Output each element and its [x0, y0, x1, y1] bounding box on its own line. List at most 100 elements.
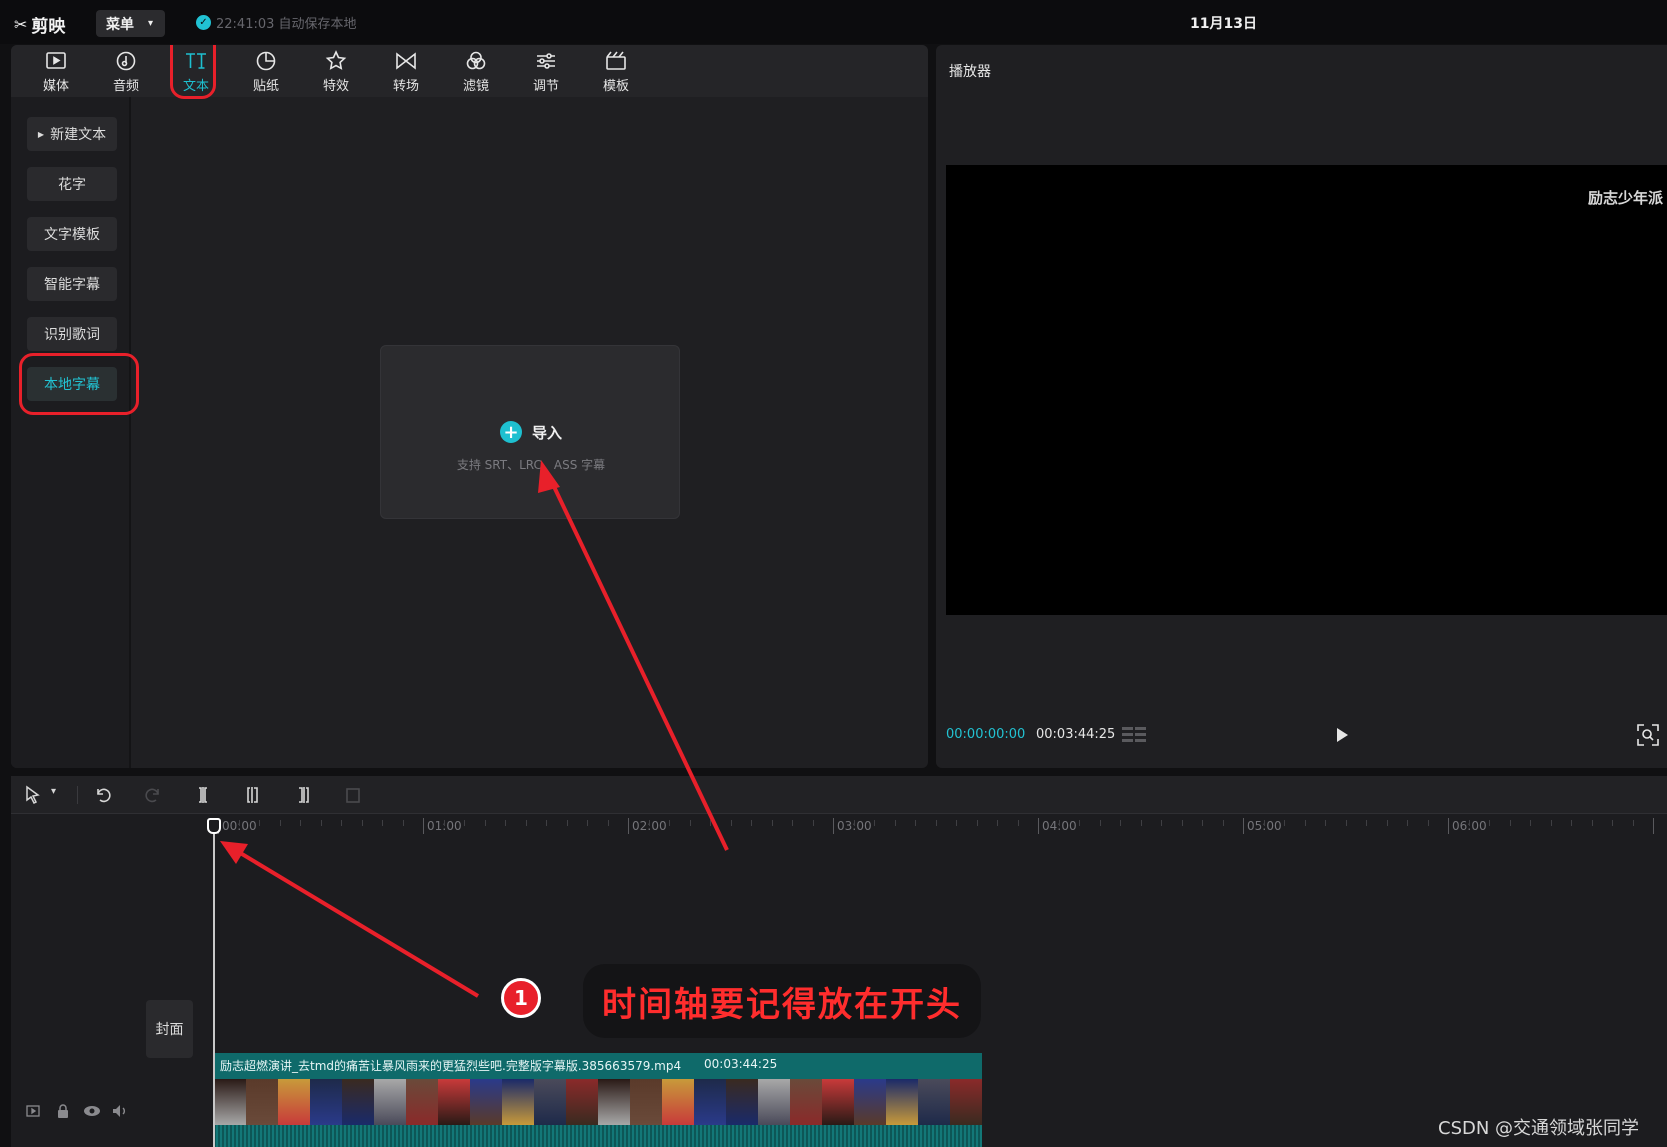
tab-media[interactable]: 媒体 [26, 49, 86, 95]
delete-icon[interactable] [343, 785, 363, 805]
ruler-minor-tick [792, 820, 793, 826]
clip-audio-waveform [214, 1125, 982, 1147]
tab-effects-label: 特效 [322, 79, 349, 94]
ruler-minor-tick [525, 820, 527, 826]
clip-thumbnail-frame [886, 1079, 918, 1125]
undo-icon[interactable] [93, 785, 113, 805]
clip-thumbnail-frame [694, 1079, 726, 1125]
clip-thumbnail-frame [662, 1079, 694, 1125]
ruler-minor-tick [279, 820, 281, 826]
playhead-line[interactable] [213, 830, 215, 1147]
ruler-minor-tick [648, 820, 650, 826]
ruler-minor-tick [443, 820, 445, 826]
sidebar-item-auto-captions[interactable]: 智能字幕 [27, 267, 117, 301]
clip-thumbnail-frame [374, 1079, 406, 1125]
adjust-icon [537, 53, 555, 69]
chevron-down-icon: ▾ [148, 18, 154, 29]
clip-thumbnail-frame [950, 1079, 982, 1125]
timecode-grid-icon[interactable] [1122, 725, 1148, 745]
redo-icon[interactable] [143, 785, 163, 805]
cover-button[interactable]: 封面 [146, 1000, 193, 1058]
ruler-minor-tick [1140, 820, 1142, 826]
chevron-down-icon[interactable]: ▾ [51, 786, 56, 797]
track-video-icon[interactable] [25, 1103, 41, 1119]
check-icon: ✓ [196, 15, 211, 30]
import-subtitle-dropzone[interactable]: + 导入 支持 SRT、LRC、ASS 字幕 [380, 345, 680, 519]
ruler-minor-tick [935, 820, 937, 826]
ruler-minor-tick [484, 820, 486, 826]
menu-label: 菜单 [106, 16, 134, 33]
tab-audio[interactable]: 音频 [96, 49, 156, 95]
plus-icon: + [499, 421, 522, 443]
ruler-minor-tick [464, 820, 465, 826]
ruler-minor-tick [894, 820, 896, 826]
fullscreen-icon[interactable] [1636, 723, 1660, 747]
split-icon[interactable] [193, 785, 213, 805]
ruler-minor-tick [259, 820, 260, 826]
clip-thumbnail-frame [310, 1079, 342, 1125]
ruler-minor-tick [1161, 820, 1162, 826]
ruler-minor-tick [1489, 820, 1490, 826]
clip-thumbnail-frame [278, 1079, 310, 1125]
trim-right-icon[interactable] [293, 785, 313, 805]
clip-thumbnail-frame [246, 1079, 278, 1125]
ruler-minor-tick [1468, 820, 1470, 826]
project-date: 11月13日 [1190, 16, 1257, 32]
ruler-minor-tick [1325, 820, 1326, 826]
sidebar-item-label: 新建文本 [50, 127, 107, 143]
playhead-handle[interactable] [207, 818, 221, 834]
sidebar-item-text-template[interactable]: 文字模板 [27, 217, 117, 251]
clip-thumbnail-frame [790, 1079, 822, 1125]
template-icon [606, 51, 626, 70]
tab-effects[interactable]: 特效 [306, 49, 366, 95]
ruler-minor-tick [1550, 820, 1552, 826]
trim-left-icon[interactable] [243, 785, 263, 805]
sidebar-item-lyrics[interactable]: 识别歌词 [27, 317, 117, 351]
sidebar-item-fancy-text[interactable]: 花字 [27, 167, 117, 201]
autosave-text: 22:41:03 自动保存本地 [216, 17, 357, 32]
ruler-minor-tick [1366, 820, 1367, 826]
ruler-minor-tick [1099, 820, 1101, 826]
tab-template[interactable]: 模板 [586, 49, 646, 95]
import-row: + 导入 [381, 421, 681, 443]
ruler-minor-tick [361, 820, 363, 826]
ruler-minor-tick [710, 820, 711, 826]
material-panel: 媒体 音频 文本 贴纸 特效 转场 滤镜 调节 模板 ▶ 新建文本 花字 文字模… [11, 45, 928, 768]
ruler-minor-tick [1222, 820, 1224, 826]
ruler-minor-tick [320, 820, 322, 826]
select-cursor-icon[interactable] [23, 785, 43, 805]
watermark: CSDN @交通领域张同学 [1438, 1118, 1640, 1139]
toolbar-divider [77, 786, 78, 804]
ruler-minor-tick [1345, 820, 1347, 826]
clip-thumbnail-frame [822, 1079, 854, 1125]
tab-adjust[interactable]: 调节 [516, 49, 576, 95]
text-sidebar: ▶ 新建文本 花字 文字模板 智能字幕 识别歌词 本地字幕 [11, 97, 139, 768]
ruler-minor-tick [956, 820, 957, 826]
player-title: 播放器 [949, 64, 991, 80]
tab-filter[interactable]: 滤镜 [446, 49, 506, 95]
tab-transition[interactable]: 转场 [376, 49, 436, 95]
clip-name: 励志超燃演讲_去tmd的痛苦让暴风雨来的更猛烈些吧.完整版字幕版.3856635… [220, 1059, 682, 1073]
lock-icon[interactable] [55, 1103, 71, 1119]
tab-sticker[interactable]: 贴纸 [236, 49, 296, 95]
play-icon[interactable] [1332, 725, 1352, 745]
tab-filter-label: 滤镜 [462, 79, 489, 94]
player-panel: 播放器 励志少年派 00:00:00:00 00:03:44:25 [936, 45, 1667, 768]
clip-thumbnail-frame [438, 1079, 470, 1125]
tab-sticker-label: 贴纸 [252, 79, 279, 94]
tab-template-label: 模板 [602, 79, 629, 94]
video-clip[interactable]: 励志超燃演讲_去tmd的痛苦让暴风雨来的更猛烈些吧.完整版字幕版.3856635… [214, 1053, 982, 1147]
sidebar-item-new-text[interactable]: ▶ 新建文本 [27, 117, 117, 151]
ruler-minor-tick [1304, 820, 1306, 826]
ruler-major-tick [1243, 818, 1244, 834]
volume-icon[interactable] [111, 1103, 129, 1119]
clip-thumbnail-frame [566, 1079, 598, 1125]
sidebar-item-label: 文字模板 [44, 227, 100, 243]
app-name: 剪映 [31, 17, 66, 37]
preview-screen: 励志少年派 [946, 165, 1667, 615]
ruler-minor-tick [997, 820, 998, 826]
eye-icon[interactable] [83, 1103, 101, 1119]
menu-button[interactable]: 菜单 ▾ [96, 10, 165, 37]
clip-thumbnail-frame [758, 1079, 790, 1125]
material-toolbar: 媒体 音频 文本 贴纸 特效 转场 滤镜 调节 模板 [11, 45, 928, 97]
